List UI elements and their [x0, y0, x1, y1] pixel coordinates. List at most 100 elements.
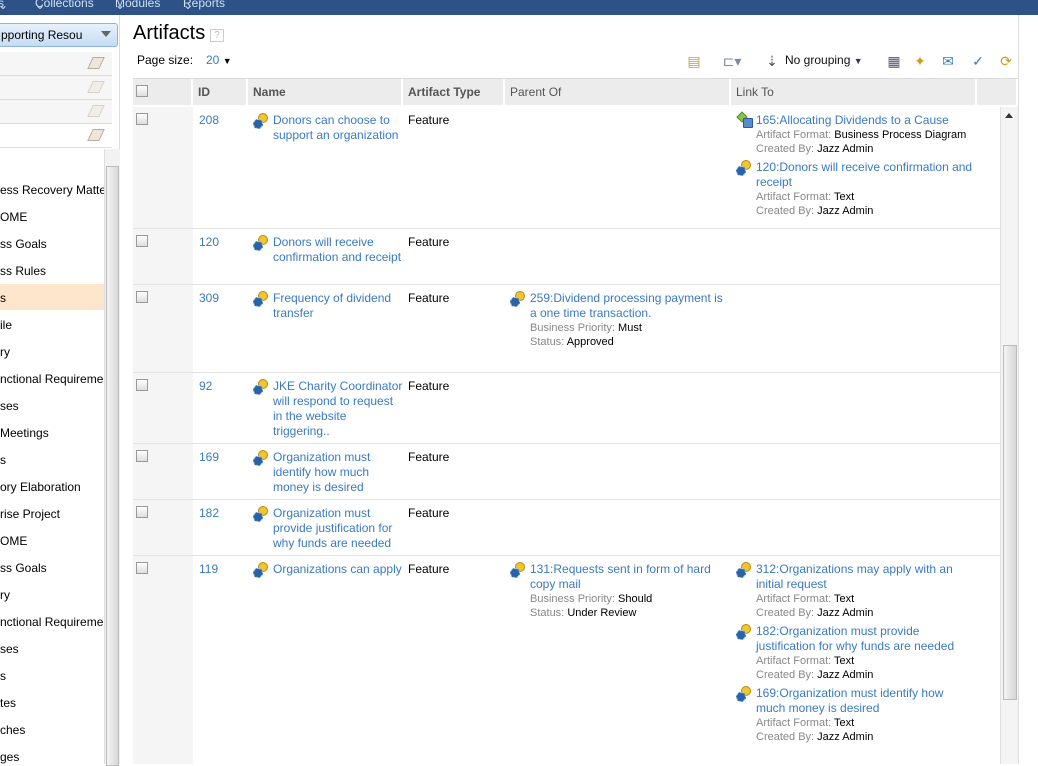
- artifact-id[interactable]: 120: [193, 229, 248, 284]
- checkbox[interactable]: [136, 85, 148, 97]
- grouping-dropdown[interactable]: No grouping ▼: [785, 53, 863, 67]
- linked-artifact-link[interactable]: 165:Allocating Dividends to a Cause: [756, 113, 976, 128]
- table-row[interactable]: 309 Frequency of dividend transfer Featu…: [133, 285, 1000, 373]
- artifact-name-link[interactable]: JKE Charity Coordinator will respond to …: [273, 379, 402, 438]
- row-checkbox[interactable]: [133, 107, 193, 228]
- eraser-icon[interactable]: [87, 129, 105, 141]
- linked-artifact-link[interactable]: 312:Organizations may apply with an init…: [756, 562, 976, 592]
- artifact-id[interactable]: 309: [193, 285, 248, 372]
- artifact-id[interactable]: 169: [193, 444, 248, 499]
- sidebar-scrollbar[interactable]: [104, 149, 120, 766]
- scrollbar-thumb[interactable]: [106, 166, 119, 766]
- artifact-id[interactable]: 208: [193, 107, 248, 228]
- nav-menu-artifacts[interactable]: s ⌄: [0, 0, 8, 12]
- checkbox[interactable]: [136, 113, 148, 125]
- table-row[interactable]: 119 Organizations can apply Feature 131:…: [133, 556, 1000, 764]
- table-scrollbar[interactable]: [1000, 107, 1018, 764]
- column-header-artifact-type[interactable]: Artifact Type: [403, 79, 505, 105]
- checkbox[interactable]: [136, 562, 148, 574]
- artifact-name-link[interactable]: Frequency of dividend transfer: [273, 291, 391, 320]
- eraser-icon[interactable]: [87, 105, 105, 117]
- sidebar-folder-item[interactable]: ess Recovery Matte: [0, 176, 104, 202]
- sidebar-folder-item[interactable]: nctional Requireme: [0, 608, 104, 634]
- column-header-parent-of[interactable]: Parent Of: [505, 79, 731, 105]
- filter-row[interactable]: [0, 52, 112, 76]
- sidebar-folder-item[interactable]: ry: [0, 338, 104, 364]
- table-row[interactable]: 182 Organization must provide justificat…: [133, 500, 1000, 556]
- sidebar-folder-item[interactable]: ss Goals: [0, 554, 104, 580]
- sidebar-folder-item[interactable]: ss Rules: [0, 257, 104, 283]
- column-settings-icon[interactable]: ▦: [885, 52, 903, 70]
- sidebar-folder-item[interactable]: ile: [0, 311, 104, 337]
- column-header-id[interactable]: ID: [193, 79, 248, 105]
- sidebar-folder-item[interactable]: rise Project: [0, 500, 104, 526]
- row-checkbox[interactable]: [133, 285, 193, 372]
- artifact-name-link[interactable]: Organizations can apply: [273, 562, 402, 576]
- checkbox[interactable]: [136, 379, 148, 391]
- linked-artifact-link[interactable]: 120:Donors will receive confirmation and…: [756, 160, 976, 190]
- report-icon[interactable]: ✓: [969, 52, 987, 70]
- linked-artifact-link[interactable]: 169:Organization must identify how much …: [756, 686, 976, 716]
- table-row[interactable]: 208 Donors can choose to support an orga…: [133, 107, 1000, 229]
- sidebar-folder-item[interactable]: ss Goals: [0, 230, 104, 256]
- table-row[interactable]: 92 JKE Charity Coordinator will respond …: [133, 373, 1000, 444]
- filter-row[interactable]: [0, 100, 112, 124]
- table-row[interactable]: 169 Organization must identify how much …: [133, 444, 1000, 500]
- eraser-icon[interactable]: [87, 81, 105, 93]
- checkbox[interactable]: [136, 506, 148, 518]
- select-all-checkbox[interactable]: [133, 79, 193, 105]
- table-row[interactable]: 120 Donors will receive confirmation and…: [133, 229, 1000, 285]
- sidebar-folder-item[interactable]: s: [0, 284, 104, 310]
- row-checkbox[interactable]: [133, 373, 193, 443]
- sidebar-folder-item[interactable]: s: [0, 662, 104, 688]
- row-checkbox[interactable]: [133, 444, 193, 499]
- eraser-icon[interactable]: [87, 57, 105, 69]
- export-icon[interactable]: ✦: [911, 52, 929, 70]
- column-header-link-to[interactable]: Link To: [731, 79, 977, 105]
- page-size-dropdown[interactable]: 20 ▼: [206, 53, 232, 67]
- artifact-name-cell: Donors can choose to support an organiza…: [253, 107, 403, 143]
- filter-row[interactable]: [0, 76, 112, 100]
- scrollbar-thumb[interactable]: [1003, 345, 1017, 700]
- comment-icon[interactable]: ✉: [939, 52, 957, 70]
- linked-artifact-link[interactable]: 131:Requests sent in form of hard copy m…: [530, 562, 730, 592]
- nav-menu-modules[interactable]: Modules ⌄: [115, 0, 160, 12]
- row-checkbox[interactable]: [133, 500, 193, 555]
- help-icon[interactable]: ?: [210, 29, 224, 42]
- scroll-up-arrow[interactable]: [1005, 113, 1013, 118]
- sidebar-folder-item[interactable]: ses: [0, 635, 104, 661]
- row-checkbox[interactable]: [133, 229, 193, 284]
- sidebar-folder-item[interactable]: ges: [0, 743, 104, 764]
- sidebar-folder-item[interactable]: OME: [0, 203, 104, 229]
- artifact-id[interactable]: 182: [193, 500, 248, 555]
- linked-artifact-link[interactable]: 259:Dividend processing payment is a one…: [530, 291, 730, 321]
- sidebar-folder-item[interactable]: ses: [0, 392, 104, 418]
- nav-menu-reports[interactable]: Reports ⌄: [183, 0, 225, 12]
- artifact-name-link[interactable]: Organization must identify how much mone…: [273, 450, 370, 494]
- artifact-name-link[interactable]: Organization must provide justification …: [273, 506, 392, 550]
- nav-menu-collections[interactable]: Collections ⌄: [35, 0, 94, 12]
- sidebar-folder-item[interactable]: tes: [0, 689, 104, 715]
- artifact-id[interactable]: 92: [193, 373, 248, 443]
- sidebar-folder-item[interactable]: ry: [0, 581, 104, 607]
- artifact-id[interactable]: 119: [193, 556, 248, 764]
- artifact-name-link[interactable]: Donors will receive confirmation and rec…: [273, 235, 401, 264]
- refresh-icon[interactable]: ⟳: [997, 52, 1015, 70]
- checkbox[interactable]: [136, 291, 148, 303]
- linked-artifact-link[interactable]: 182:Organization must provide justificat…: [756, 624, 976, 654]
- filter-row[interactable]: [0, 124, 112, 148]
- sidebar-folder-item[interactable]: ory Elaboration: [0, 473, 104, 499]
- sidebar-folder-item[interactable]: nctional Requireme: [0, 365, 104, 391]
- sidebar-folder-item[interactable]: OME: [0, 527, 104, 553]
- sidebar-folder-item[interactable]: ches: [0, 716, 104, 742]
- sidebar-folder-item[interactable]: s: [0, 446, 104, 472]
- column-header-name[interactable]: Name: [248, 79, 403, 105]
- artifact-name-link[interactable]: Donors can choose to support an organiza…: [273, 113, 398, 142]
- checkbox[interactable]: [136, 450, 148, 462]
- new-artifact-icon[interactable]: ▤: [685, 52, 703, 70]
- sidebar-folder-item[interactable]: Meetings: [0, 419, 104, 445]
- row-checkbox[interactable]: [133, 556, 193, 764]
- checkbox[interactable]: [136, 235, 148, 247]
- hierarchy-menu-icon[interactable]: ⊏▾: [718, 52, 746, 70]
- project-selector[interactable]: pporting Resou: [0, 23, 118, 47]
